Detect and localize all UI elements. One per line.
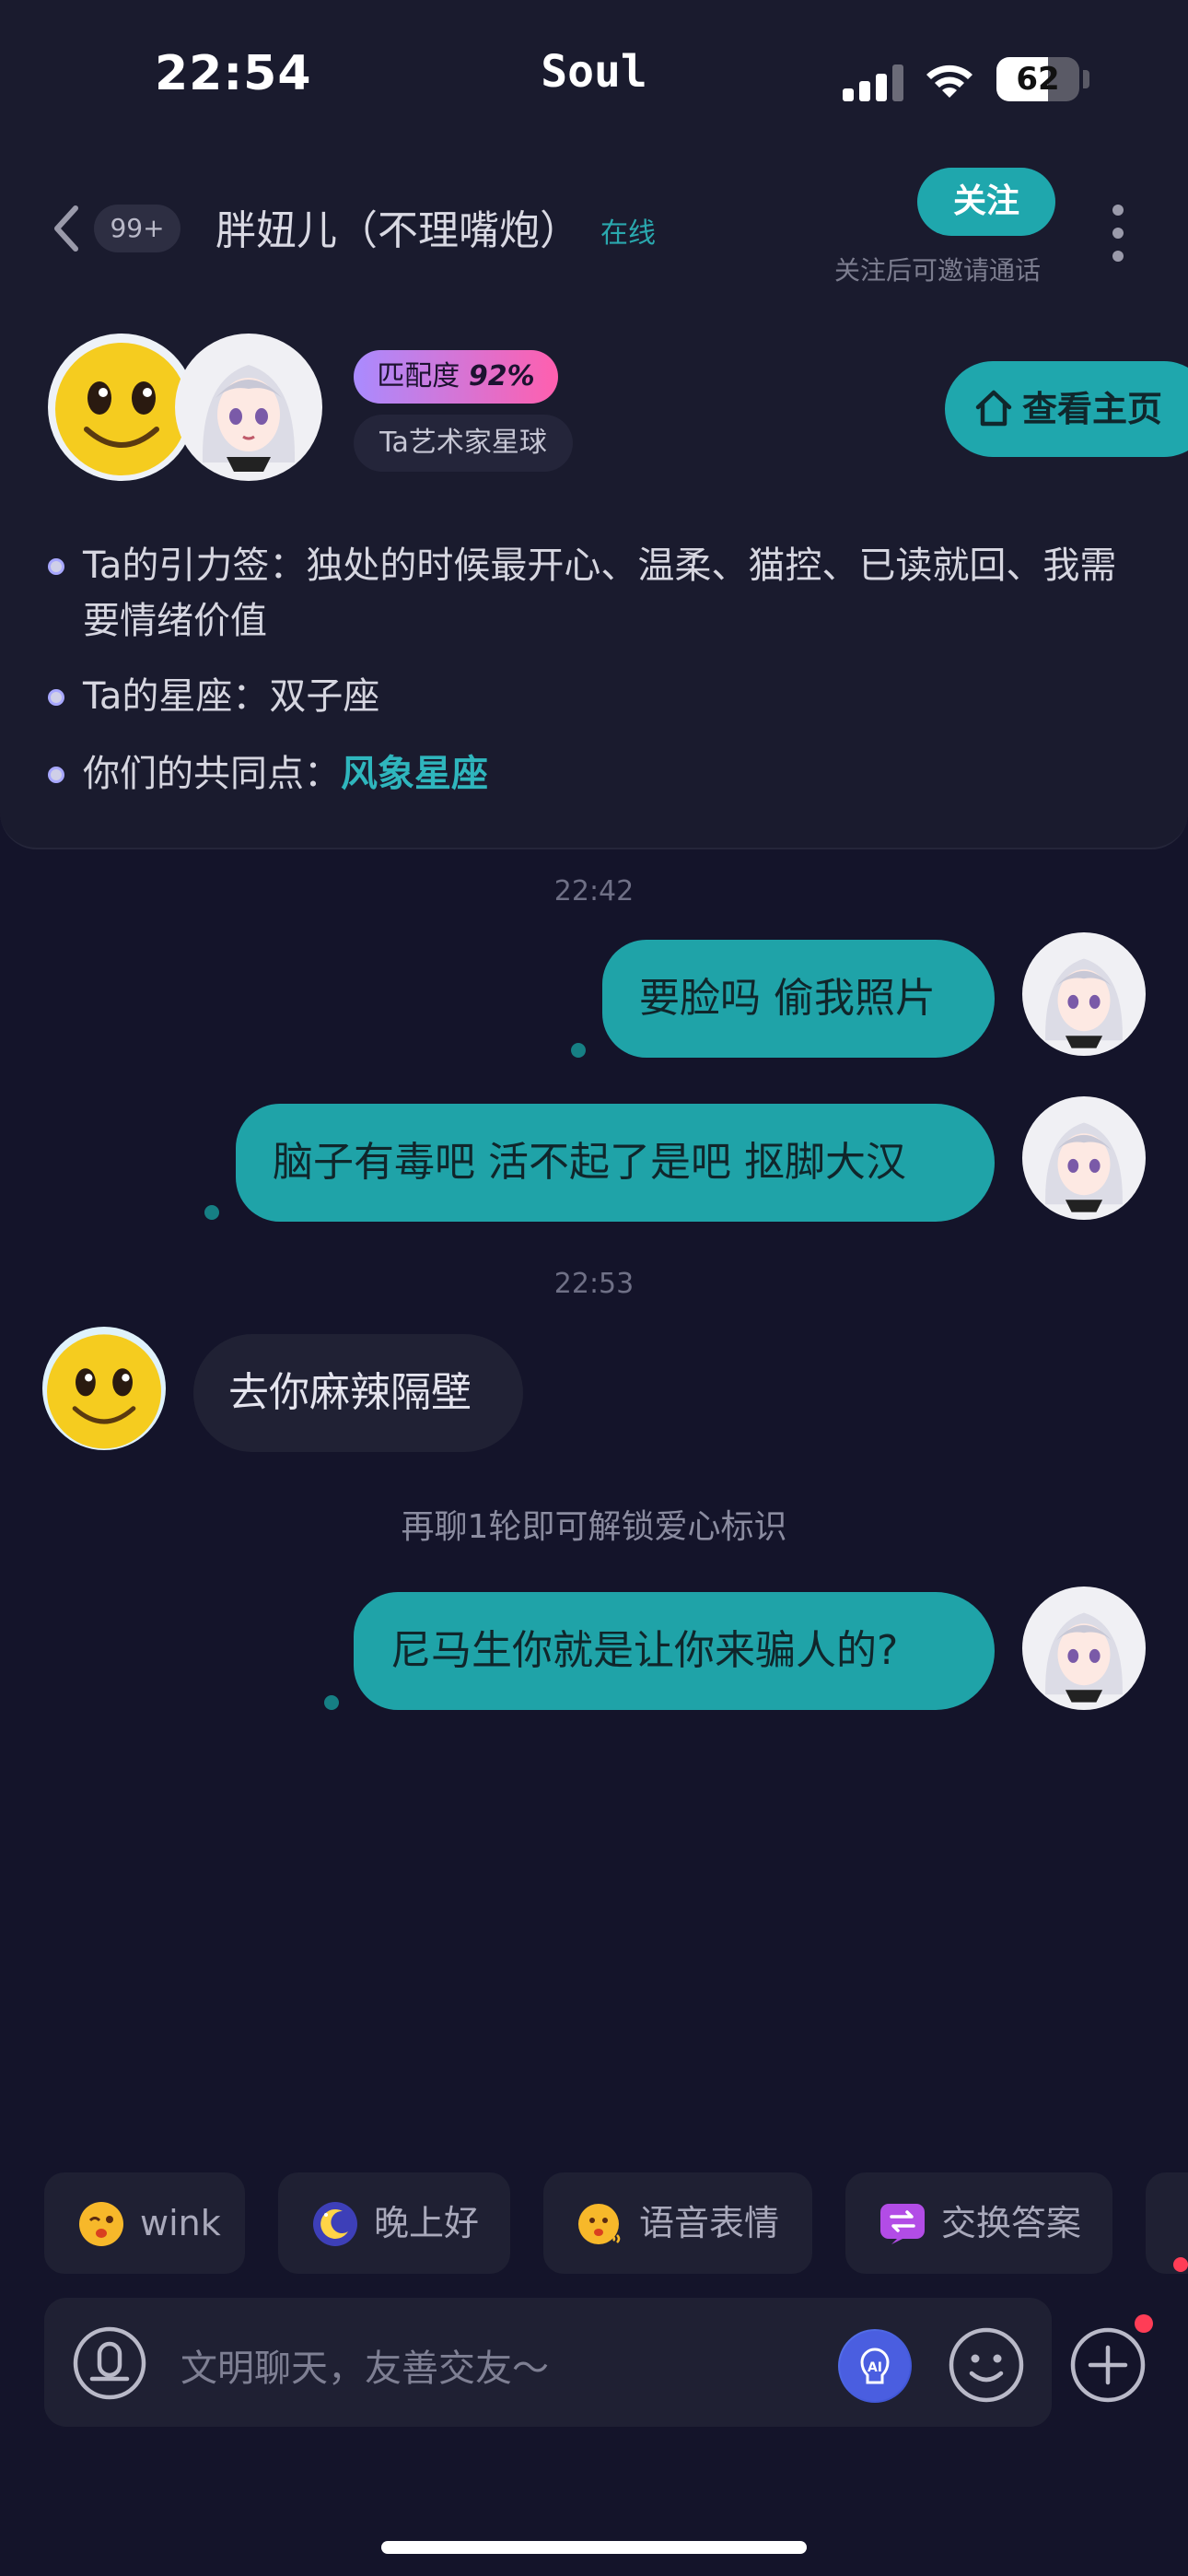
match-badge: 匹配度 92% [354,350,558,404]
read-indicator [204,1205,219,1220]
quick-reply-label: wink [140,2203,221,2243]
quick-reply-label: 语音表情 [639,2203,780,2243]
battery-icon: 62 [996,57,1079,101]
plus-more-icon[interactable] [1068,2325,1147,2405]
contact-avatar-smiley[interactable] [42,1327,166,1450]
status-bar: 22:54 Soul 62 [0,0,1188,157]
battery-level: 62 [1016,61,1060,98]
my-avatar-anime[interactable] [1022,1587,1146,1710]
common-point-row: 你们的共同点：风象星座 [48,746,1153,802]
wifi-icon [926,64,973,98]
unread-count-badge[interactable]: 99+ [94,205,181,252]
bullet-dot [48,558,64,575]
timestamp: 22:53 [553,1268,635,1300]
view-homepage-label: 查看主页 [1022,389,1163,429]
voice-input-icon[interactable] [72,2325,147,2401]
quick-reply-voice-emoji[interactable]: 语音表情 [543,2172,812,2274]
contact-avatar-smiley[interactable] [48,334,195,481]
bullet-dot [48,689,64,706]
emoji-picker-icon[interactable] [947,2325,1026,2405]
outgoing-message[interactable]: 脑子有毒吧 活不起了是吧 抠脚大汉 [236,1104,995,1222]
planet-tag[interactable]: Ta艺术家星球 [354,415,573,472]
quick-reply-good-evening[interactable]: 晚上好 [278,2172,510,2274]
exchange-icon [880,2204,925,2244]
my-avatar-anime[interactable] [175,334,322,481]
battery-tip [1083,70,1089,88]
chat-header: 99+ 胖妞儿（不理嘴炮） 在线 关注 关注后可邀请通话 [0,157,1188,304]
svg-text:AI: AI [868,2360,882,2375]
common-point-label: 你们的共同点： [83,753,341,795]
follow-hint: 关注后可邀请通话 [834,255,1042,286]
my-avatar-anime[interactable] [1022,1096,1146,1220]
wink-emoji-icon [79,2202,123,2246]
incoming-message[interactable]: 去你麻辣隔壁 [193,1334,523,1452]
profile-card: 匹配度 92% Ta艺术家星球 查看主页 Ta的引力签：独处的时候最开心、温柔、… [0,304,1188,849]
match-label: 匹配度 [377,360,460,392]
notification-dot [1173,2257,1188,2272]
message-input[interactable]: 文明聊天，友善交友～ [181,2338,549,2392]
home-icon [975,390,1012,427]
quick-reply-label: 交换答案 [941,2203,1082,2243]
quick-reply-exchange-answers[interactable]: 交换答案 [845,2172,1112,2274]
zodiac-row: Ta的星座：双子座 [48,669,1153,724]
gravity-tags-row: Ta的引力签：独处的时候最开心、温柔、猫控、已读就回、我需要情绪价值 [48,538,1153,649]
cellular-signal-icon [843,64,903,101]
more-options-icon[interactable] [1105,201,1133,265]
home-indicator[interactable] [381,2541,807,2554]
quick-reply-label: 晚上好 [374,2203,480,2243]
follow-button[interactable]: 关注 [917,168,1055,236]
outgoing-message[interactable]: 尼马生你就是让你来骗人的? [354,1592,995,1710]
system-notice: 再聊1轮即可解锁爱心标识 [401,1508,787,1546]
timestamp: 22:42 [553,875,635,907]
my-avatar-anime[interactable] [1022,932,1146,1056]
match-value: 92% [468,360,535,392]
voice-emoji-icon [578,2204,621,2244]
chat-screen: 22:54 Soul 62 99+ 胖妞儿（不理嘴炮） 在线 关注 关注后可邀请… [0,0,1188,2576]
online-status: 在线 [600,217,656,250]
quick-reply-wink[interactable]: wink [44,2172,245,2274]
read-indicator [571,1043,586,1058]
view-homepage-button[interactable]: 查看主页 [945,361,1188,457]
moon-icon [313,2202,357,2246]
outgoing-message[interactable]: 要脸吗 偷我照片 [602,940,995,1058]
common-point-value[interactable]: 风象星座 [341,753,488,795]
back-chevron-icon[interactable] [48,201,85,256]
bullet-dot [48,767,64,783]
notification-dot [1135,2314,1153,2333]
read-indicator [324,1695,339,1710]
contact-name[interactable]: 胖妞儿（不理嘴炮） [215,197,580,256]
zodiac-text: Ta的星座：双子座 [83,675,380,718]
gravity-tags-text: Ta的引力签：独处的时候最开心、温柔、猫控、已读就回、我需要情绪价值 [83,544,1117,642]
ai-assistant-icon[interactable]: AI [838,2329,912,2403]
